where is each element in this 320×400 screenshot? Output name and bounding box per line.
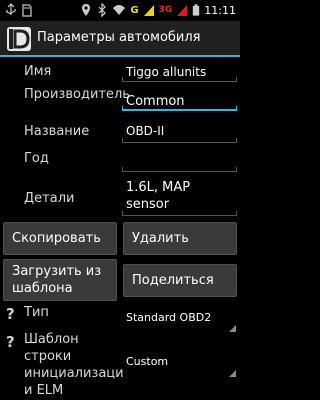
year-label: Год	[24, 151, 49, 166]
init-help-icon[interactable]: ?	[6, 333, 15, 351]
model-label: Название	[24, 124, 90, 139]
init-string-label: Шаблон строки инициализаци и ELM	[24, 331, 124, 399]
battery-icon	[193, 4, 200, 16]
model-row: Название OBD-II	[0, 115, 240, 145]
network-3g-label: 3G	[158, 5, 173, 15]
sd-card-icon	[22, 4, 32, 17]
init-string-row: ? Шаблон строки инициализаци и ELM Custo…	[0, 331, 240, 400]
details-input-underline	[122, 211, 237, 216]
name-input-underline	[122, 77, 237, 82]
init-spinner-arrow-icon	[229, 370, 236, 377]
status-bar: G 3G 11:11	[0, 0, 240, 21]
manufacturer-input-underline	[122, 106, 237, 111]
year-input-underline	[122, 167, 237, 172]
init-string-spinner[interactable]: Custom	[126, 355, 168, 368]
vehicle-settings-form: Имя Tiggo allunits Производитель Common …	[0, 59, 240, 400]
location-icon	[82, 4, 91, 16]
share-button[interactable]: Поделиться	[123, 264, 237, 297]
init-label-line1: Шаблон	[24, 332, 79, 347]
init-label-line3: инициализаци	[24, 366, 124, 381]
type-help-icon[interactable]: ?	[6, 305, 15, 323]
name-input[interactable]: Tiggo allunits	[126, 65, 206, 79]
details-row: Детали 1.6L, MAP sensor	[0, 175, 240, 219]
clock-time: 11:11	[204, 3, 236, 17]
year-row: Год	[0, 145, 240, 175]
wifi-icon	[113, 5, 126, 15]
type-row: ? Тип Standard OBD2	[0, 303, 240, 332]
details-value-line2: sensor	[126, 197, 170, 212]
network-g-label: G	[130, 4, 139, 16]
page-title: Параметры автомобиля	[37, 30, 201, 45]
name-label: Имя	[24, 64, 52, 79]
app-logo-icon[interactable]	[6, 26, 32, 52]
details-input[interactable]: 1.6L, MAP sensor	[126, 179, 190, 213]
manufacturer-label: Производитель	[24, 87, 130, 102]
bluetooth-icon	[98, 3, 107, 17]
copy-button[interactable]: Скопировать	[3, 222, 117, 255]
init-label-line2: строки	[24, 349, 72, 364]
signal-icon	[143, 5, 154, 16]
load-template-label-line1: Загрузить из	[12, 264, 102, 279]
load-template-button[interactable]: Загрузить из шаблона	[3, 259, 117, 301]
model-input[interactable]: OBD-II	[126, 124, 164, 138]
details-label: Детали	[24, 191, 75, 206]
action-bar: Параметры автомобиля	[0, 21, 240, 57]
load-template-label-line2: шаблона	[12, 281, 73, 296]
details-value-line1: 1.6L, MAP	[126, 180, 191, 195]
name-row: Имя Tiggo allunits	[0, 59, 240, 85]
manufacturer-row: Производитель Common	[0, 85, 240, 113]
usb-icon	[6, 3, 16, 15]
manufacturer-input[interactable]: Common	[126, 94, 185, 109]
init-label-line4: и ELM	[24, 383, 64, 398]
delete-button[interactable]: Удалить	[123, 222, 237, 255]
type-spinner[interactable]: Standard OBD2	[126, 311, 211, 324]
signal-3g-icon	[177, 5, 188, 16]
type-label: Тип	[24, 305, 49, 320]
model-input-underline	[122, 138, 237, 143]
